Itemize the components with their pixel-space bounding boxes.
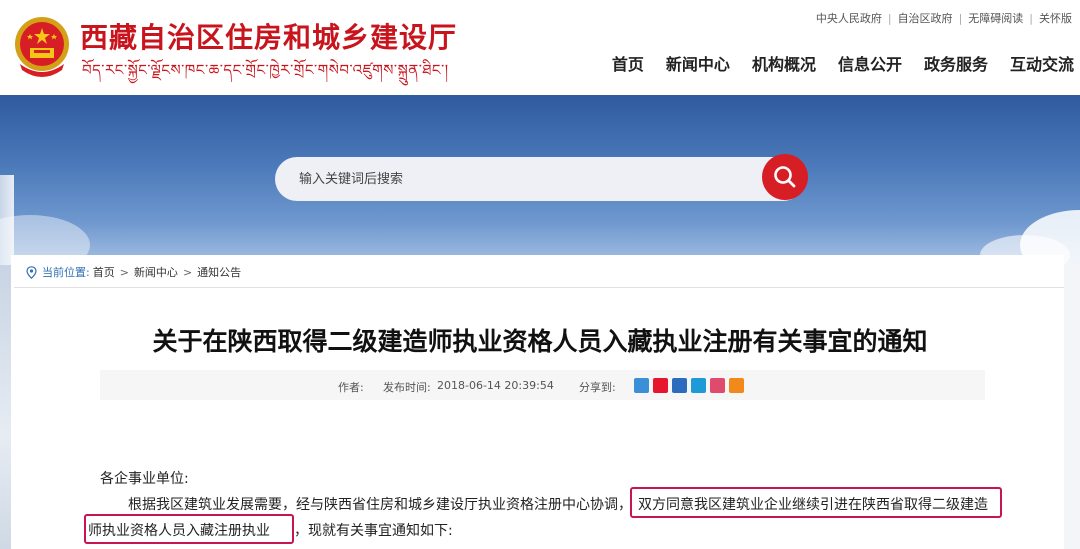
divider: | bbox=[958, 12, 963, 25]
salutation: 各企事业单位: bbox=[100, 471, 189, 487]
nav-government-services[interactable]: 政务服务 bbox=[924, 51, 988, 75]
divider bbox=[14, 287, 1064, 288]
search-box bbox=[275, 157, 805, 201]
main-nav: 首页 新闻中心 机构概况 信息公开 政务服务 互动交流 bbox=[590, 51, 1074, 75]
right-background bbox=[1064, 265, 1080, 549]
paragraph-text: ，现就有关事宜通知如下: bbox=[294, 523, 453, 539]
link-accessibility[interactable]: 无障碍阅读 bbox=[968, 12, 1023, 25]
nav-info-disclosure[interactable]: 信息公开 bbox=[838, 51, 902, 75]
nav-home[interactable]: 首页 bbox=[612, 51, 644, 75]
share-label: 分享到: bbox=[579, 381, 616, 394]
breadcrumb-news-center[interactable]: 新闻中心 bbox=[134, 264, 178, 280]
highlighted-text: 双方同意我区建筑业企业继续引进在陕西省取得二级建造 bbox=[638, 497, 988, 513]
share-weibo-icon[interactable] bbox=[653, 378, 668, 393]
link-care-version[interactable]: 关怀版 bbox=[1039, 12, 1072, 25]
divider: | bbox=[1029, 12, 1033, 25]
breadcrumb-home[interactable]: 首页 bbox=[93, 264, 115, 280]
breadcrumb: 当前位置: 首页 > 新闻中心 > 通知公告 bbox=[26, 264, 241, 280]
nav-interaction[interactable]: 互动交流 bbox=[1010, 51, 1074, 75]
location-pin-icon bbox=[26, 265, 37, 279]
breadcrumb-separator: > bbox=[119, 265, 129, 279]
link-regional-government[interactable]: 自治区政府 bbox=[898, 12, 953, 25]
divider: | bbox=[887, 12, 892, 25]
share-douban-icon[interactable] bbox=[710, 378, 725, 393]
left-background-image bbox=[0, 265, 11, 549]
share-more-icon[interactable] bbox=[729, 378, 744, 393]
author-label: 作者: bbox=[338, 381, 364, 394]
link-central-government[interactable]: 中央人民政府 bbox=[816, 12, 882, 25]
site-title-tibetan: བོད་རང་སྐྱོང་ལྗོངས་ཁང་ཆ་དང་གྲོང་ཁྱེར་གྲོ… bbox=[82, 61, 449, 79]
share-renren-icon[interactable] bbox=[672, 378, 687, 393]
site-header: 西藏自治区住房和城乡建设厅 བོད་རང་སྐྱོང་ལྗོངས་ཁང་ཆ་དང… bbox=[0, 0, 1080, 95]
hero-banner bbox=[0, 95, 1080, 265]
search-button[interactable] bbox=[762, 154, 808, 200]
breadcrumb-notices[interactable]: 通知公告 bbox=[197, 264, 241, 280]
article-title: 关于在陕西取得二级建造师执业资格人员入藏执业注册有关事宜的通知 bbox=[152, 327, 928, 356]
paragraph-text: 根据我区建筑业发展需要，经与陕西省住房和城乡建设厅执业资格注册中心协调， bbox=[128, 497, 632, 513]
search-icon bbox=[774, 166, 796, 188]
national-emblem-icon[interactable] bbox=[12, 14, 72, 78]
top-links: 中央人民政府 | 自治区政府 | 无障碍阅读 | 关怀版 bbox=[816, 10, 1072, 26]
share-icons bbox=[634, 378, 744, 393]
share-tencent-weibo-icon[interactable] bbox=[691, 378, 706, 393]
breadcrumb-separator: > bbox=[182, 265, 193, 279]
publish-date: 2018-06-14 20:39:54 bbox=[437, 379, 554, 392]
nav-organization[interactable]: 机构概况 bbox=[752, 51, 816, 75]
site-title[interactable]: 西藏自治区住房和城乡建设厅 bbox=[80, 16, 457, 56]
search-input[interactable] bbox=[299, 169, 739, 189]
nav-news-center[interactable]: 新闻中心 bbox=[666, 51, 730, 75]
breadcrumb-label: 当前位置: bbox=[42, 266, 90, 279]
highlighted-text: 师执业资格人员入藏注册执业 bbox=[88, 523, 270, 539]
share-qzone-icon[interactable] bbox=[634, 378, 649, 393]
date-label: 发布时间: bbox=[383, 381, 431, 394]
